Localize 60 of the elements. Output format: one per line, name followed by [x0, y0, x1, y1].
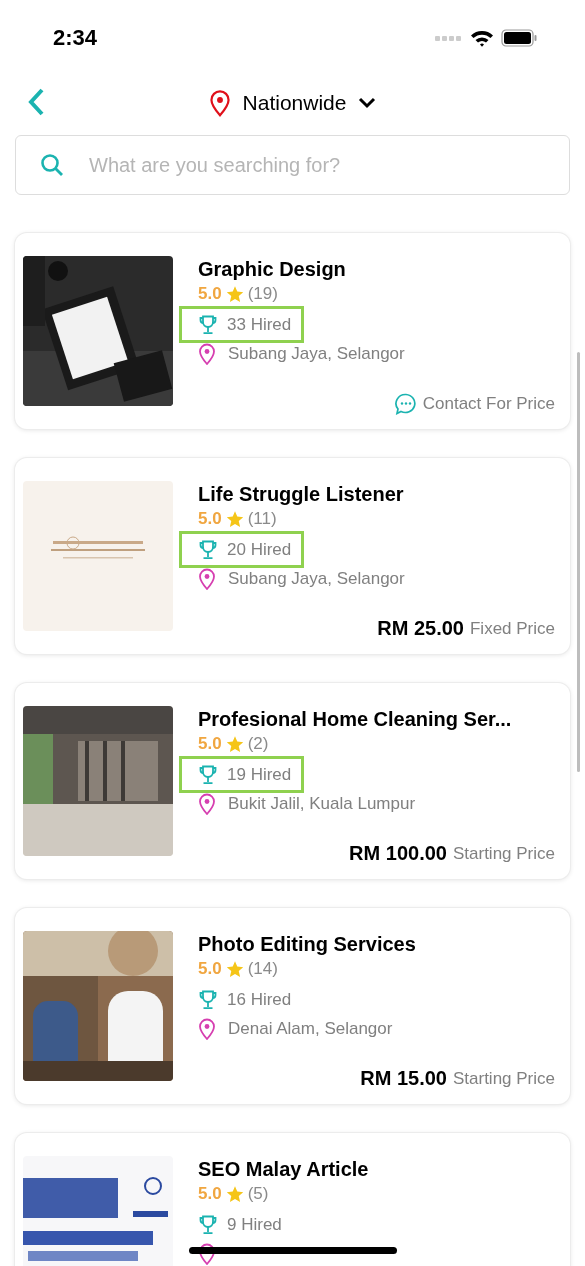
service-title: Life Struggle Listener — [198, 483, 405, 506]
star-icon — [225, 510, 244, 528]
service-location: Subang Jaya, Selangor — [228, 569, 405, 589]
service-card[interactable]: Photo Editing Services 5.0 (14) 16 Hired Denai Alam, Selangor RM 15.00 Starting Price — [15, 908, 570, 1104]
service-location: Bukit Jalil, Kuala Lumpur — [228, 794, 416, 814]
trophy-icon — [199, 1214, 217, 1235]
hired-count: 16 Hired — [227, 989, 292, 1010]
service-card[interactable]: Profesional Home Cleaning Ser... 5.0 (2) 19 Hired Bukit Jalil, Kuala Lumpur RM 100.00 Starting Price — [15, 683, 570, 879]
star-icon — [225, 960, 244, 978]
search-icon — [40, 153, 64, 177]
location-selector[interactable]: Nationwide — [208, 89, 377, 117]
review-count: (14) — [247, 959, 278, 979]
search-field[interactable]: What are you searching for? — [15, 135, 570, 195]
hired-count: 33 Hired — [227, 314, 292, 335]
location-pin-icon — [198, 1018, 216, 1040]
service-card[interactable]: Graphic Design 5.0 (19) 33 Hired Subang Jaya, Selangor Contact For Price — [15, 233, 570, 429]
location-pin-icon — [198, 793, 216, 815]
price-label: Starting Price — [452, 1068, 555, 1089]
price-amount: RM 100.00 — [349, 842, 447, 865]
trophy-icon — [199, 764, 217, 785]
price-amount: RM 25.00 — [377, 617, 464, 640]
service-title: Graphic Design — [198, 258, 347, 281]
service-title: SEO Malay Article — [198, 1158, 370, 1181]
price-label: Starting Price — [452, 843, 555, 864]
review-count: (19) — [247, 284, 278, 304]
rating-value: 5.0 — [198, 959, 222, 979]
star-icon — [225, 735, 244, 753]
location-pin-icon — [198, 343, 216, 365]
review-count: (5) — [247, 1184, 269, 1204]
star-icon — [225, 285, 244, 303]
battery-icon — [501, 28, 537, 47]
star-icon — [225, 1185, 244, 1203]
hired-count: 9 Hired — [227, 1214, 282, 1235]
hired-count: 19 Hired — [227, 764, 292, 785]
rating-value: 5.0 — [198, 734, 222, 754]
review-count: (11) — [247, 509, 277, 529]
rating-value: 5.0 — [198, 509, 222, 529]
review-count: (2) — [247, 734, 269, 754]
location-pin-icon — [198, 568, 216, 590]
price-label: Fixed Price — [469, 618, 555, 639]
price-label: Contact For Price — [422, 394, 555, 414]
location-pin-icon — [208, 89, 231, 117]
chevron-down-icon — [358, 97, 377, 109]
rating-value: 5.0 — [198, 284, 222, 304]
service-title: Photo Editing Services — [198, 933, 417, 956]
chat-bubble-icon — [394, 393, 417, 415]
price-amount: RM 15.00 — [360, 1067, 447, 1090]
trophy-icon — [199, 989, 217, 1010]
trophy-icon — [199, 539, 217, 560]
service-location: Subang Jaya, Selangor — [228, 344, 405, 364]
service-card[interactable]: Life Struggle Listener 5.0 (11) 20 Hired Subang Jaya, Selangor RM 25.00 Fixed Price — [15, 458, 570, 654]
service-card[interactable]: SEO Malay Article 5.0 (5) 9 Hired — [15, 1133, 570, 1266]
status-time: 2:34 — [53, 24, 99, 51]
service-title: Profesional Home Cleaning Ser... — [198, 708, 513, 731]
signal-icon — [435, 34, 463, 41]
hired-count: 20 Hired — [227, 539, 292, 560]
rating-value: 5.0 — [198, 1184, 222, 1204]
service-location: Denai Alam, Selangor — [228, 1019, 393, 1039]
wifi-icon — [470, 28, 494, 47]
trophy-icon — [199, 314, 217, 335]
